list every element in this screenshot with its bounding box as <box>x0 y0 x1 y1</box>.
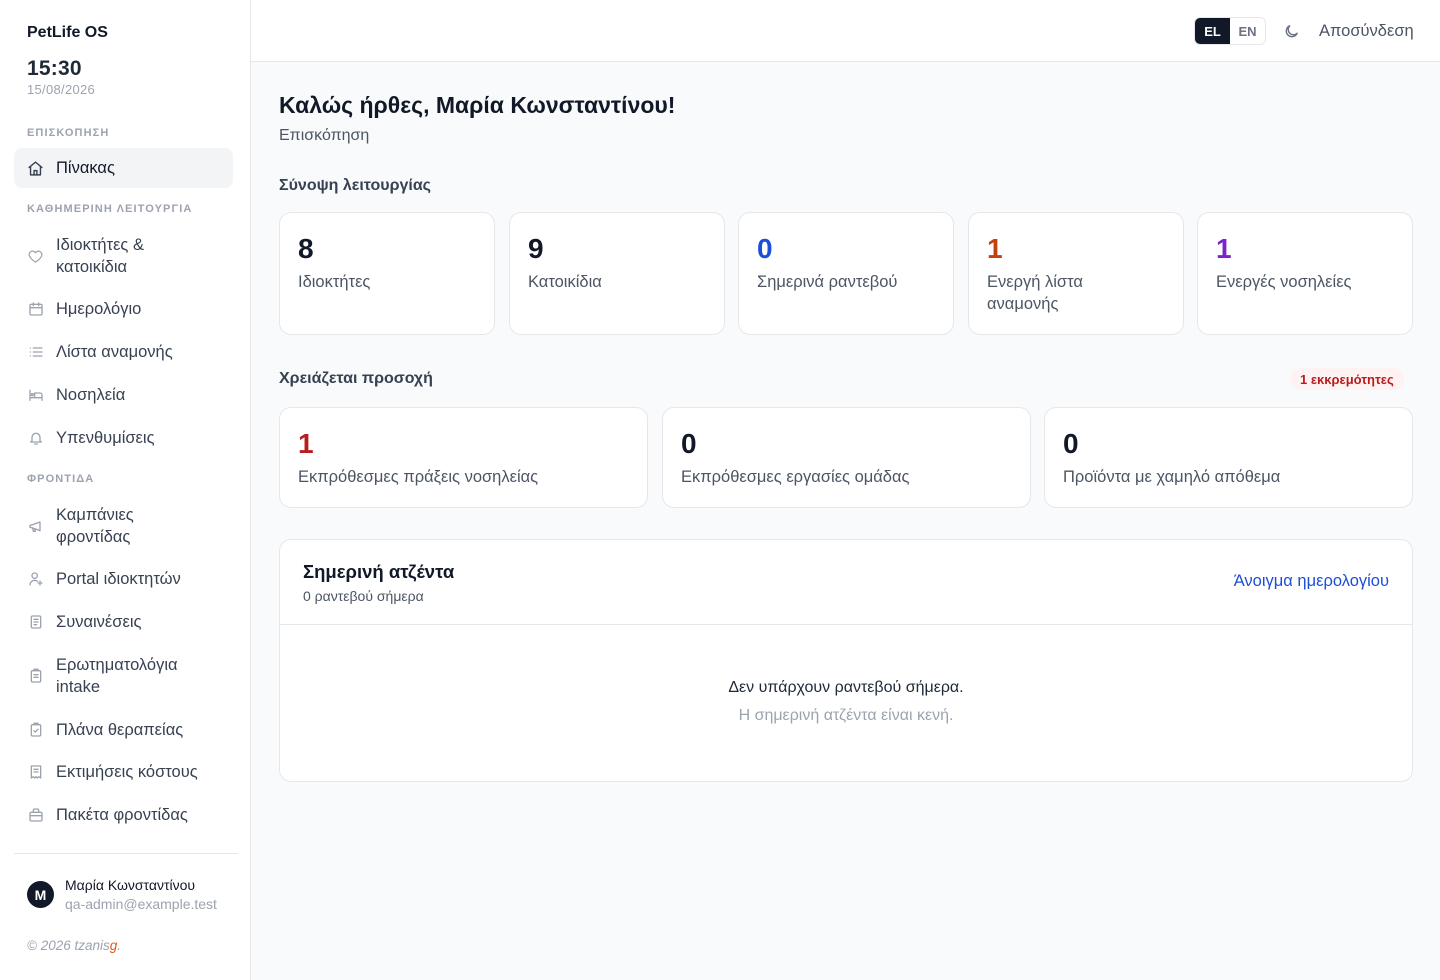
stat-value: 1 <box>298 428 314 459</box>
clock-time: 15:30 <box>27 57 82 80</box>
list-icon <box>27 344 44 361</box>
user-name: Μαρία Κωνσταντίνου <box>65 877 196 893</box>
language-en-button[interactable]: EN <box>1230 18 1265 44</box>
page-title: Καλώς ήρθες, Μαρία Κωνσταντίνου! <box>279 92 676 118</box>
sidebar: PetLife OS 15:30 15/08/2026 ΕΠΙΣΚΟΠΗΣΗ Π… <box>0 0 251 980</box>
section-label-care: ΦΡΟΝΤΙΔΑ <box>27 473 95 485</box>
bell-icon <box>27 430 44 447</box>
package-icon <box>27 807 44 824</box>
moon-icon[interactable] <box>1281 21 1301 41</box>
pending-badge: 1 εκκρεμότητες <box>1290 368 1404 390</box>
agenda-title: Σημερινή ατζέντα <box>303 561 455 582</box>
user-portal-icon <box>27 571 44 588</box>
document-icon <box>27 614 44 631</box>
stat-card-owners[interactable]: 8 Ιδιοκτήτες <box>279 212 495 335</box>
stat-label: Εκπρόθεσμες εργασίες ομάδας <box>681 468 910 486</box>
sidebar-item-label: Πακέτα φροντίδας <box>56 806 188 824</box>
sidebar-item-waitlist[interactable]: Λίστα αναμονής <box>14 340 233 364</box>
stat-value: 0 <box>681 428 697 459</box>
attention-card-overdue-tasks[interactable]: 0 Εκπρόθεσμες εργασίες ομάδας <box>662 407 1031 508</box>
stat-value: 1 <box>1216 233 1232 264</box>
sidebar-item-care-packages[interactable]: Πακέτα φροντίδας <box>14 803 233 827</box>
brand-name: PetLife OS <box>27 24 108 41</box>
stat-label: Εκπρόθεσμες πράξεις νοσηλείας <box>298 468 539 486</box>
home-icon <box>27 160 44 177</box>
stat-value: 8 <box>298 233 314 264</box>
sidebar-item-reminders[interactable]: Υπενθυμίσεις <box>14 426 233 450</box>
sidebar-item-label: Ημερολόγιο <box>56 300 142 318</box>
stat-label: Προϊόντα με χαμηλό απόθεμα <box>1063 468 1281 486</box>
stat-card-hospitalizations[interactable]: 1 Ενεργές νοσηλείες <box>1197 212 1413 335</box>
agenda-count: 0 ραντεβού σήμερα <box>303 588 424 604</box>
stat-label: Ενεργή λίστα αναμονής <box>987 273 1083 313</box>
language-toggle: EL EN <box>1194 17 1266 45</box>
open-calendar-link[interactable]: Άνοιγμα ημερολογίου <box>1234 572 1389 591</box>
sidebar-item-label: Υπενθυμίσεις <box>56 429 155 447</box>
sidebar-item-label: Ερωτηματολόγια intake <box>56 656 178 696</box>
clipboard-check-icon <box>27 722 44 739</box>
clipboard-icon <box>27 668 44 685</box>
calendar-icon <box>27 301 44 318</box>
user-email: qa-admin@example.test <box>65 896 217 912</box>
empty-state-subtitle: Η σημερινή ατζέντα είναι κενή. <box>738 707 954 724</box>
bed-icon <box>27 387 44 404</box>
attention-card-overdue-hospital[interactable]: 1 Εκπρόθεσμες πράξεις νοσηλείας <box>279 407 648 508</box>
sidebar-item-calendar[interactable]: Ημερολόγιο <box>14 297 233 321</box>
sidebar-item-cost-estimates[interactable]: Εκτιμήσεις κόστους <box>14 760 233 784</box>
sidebar-item-label: Νοσηλεία <box>56 386 126 404</box>
attention-card-low-stock[interactable]: 0 Προϊόντα με χαμηλό απόθεμα <box>1044 407 1413 508</box>
avatar[interactable]: M <box>27 881 54 908</box>
clock-date: 15/08/2026 <box>27 82 96 97</box>
stat-label: Ενεργές νοσηλείες <box>1216 273 1352 291</box>
summary-heading: Σύνοψη λειτουργίας <box>279 177 431 194</box>
sidebar-item-dashboard[interactable]: Πίνακας <box>14 148 233 188</box>
sidebar-item-label: Συναινέσεις <box>56 613 142 631</box>
stat-card-waitlist[interactable]: 1 Ενεργή λίστα αναμονής <box>968 212 1184 335</box>
page-subtitle: Επισκόπηση <box>279 127 370 144</box>
stat-card-pets[interactable]: 9 Κατοικίδια <box>509 212 725 335</box>
language-el-button[interactable]: EL <box>1195 18 1230 44</box>
sidebar-item-hospitalization[interactable]: Νοσηλεία <box>14 383 233 407</box>
stat-label: Κατοικίδια <box>528 273 602 291</box>
sidebar-item-label: Πλάνα θεραπείας <box>56 721 184 739</box>
sidebar-item-label: Εκτιμήσεις κόστους <box>56 763 198 781</box>
agenda-panel: Σημερινή ατζέντα 0 ραντεβού σήμερα Άνοιγ… <box>279 539 1413 782</box>
logout-button[interactable]: Αποσύνδεση <box>1319 22 1414 41</box>
section-label-daily: ΚΑΘΗΜΕΡΙΝΗ ΛΕΙΤΟΥΡΓΙΑ <box>27 203 193 215</box>
stat-value: 1 <box>987 233 1003 264</box>
sidebar-item-treatment-plans[interactable]: Πλάνα θεραπείας <box>14 718 233 742</box>
copyright-text: © 2026 tzanis <box>27 938 110 953</box>
sidebar-item-consents[interactable]: Συναινέσεις <box>14 610 233 634</box>
receipt-icon <box>27 764 44 781</box>
heart-icon <box>27 248 44 265</box>
sidebar-item-intake-forms[interactable]: Ερωτηματολόγια intake <box>14 652 233 700</box>
topbar: EL EN Αποσύνδεση <box>251 0 1440 62</box>
sidebar-item-owner-portal[interactable]: Portal ιδιοκτητών <box>14 567 233 591</box>
sidebar-item-label: Καμπάνιες φροντίδας <box>56 506 134 546</box>
agenda-header: Σημερινή ατζέντα 0 ραντεβού σήμερα Άνοιγ… <box>280 540 1412 625</box>
attention-heading: Χρειάζεται προσοχή <box>279 370 433 387</box>
stat-value: 0 <box>757 233 773 264</box>
megaphone-icon <box>27 518 44 535</box>
sidebar-item-care-campaigns[interactable]: Καμπάνιες φροντίδας <box>14 502 233 550</box>
stat-label: Ιδιοκτήτες <box>298 273 371 291</box>
sidebar-item-label: Portal ιδιοκτητών <box>56 570 181 588</box>
sidebar-item-label: Πίνακας <box>56 159 115 177</box>
section-label-overview: ΕΠΙΣΚΟΠΗΣΗ <box>27 127 110 139</box>
sidebar-item-owners-pets[interactable]: Ιδιοκτήτες & κατοικίδια <box>14 232 233 280</box>
sidebar-divider <box>14 853 238 854</box>
stat-label: Σημερινά ραντεβού <box>757 273 898 291</box>
sidebar-item-label: Λίστα αναμονής <box>56 343 173 361</box>
copyright-dot: . <box>117 938 122 953</box>
copyright: © 2026 tzanisg. <box>27 938 121 953</box>
sidebar-item-label: Ιδιοκτήτες & κατοικίδια <box>56 236 144 276</box>
empty-state-title: Δεν υπάρχουν ραντεβού σήμερα. <box>728 679 964 696</box>
stat-value: 0 <box>1063 428 1079 459</box>
stat-value: 9 <box>528 233 544 264</box>
stat-card-today-appointments[interactable]: 0 Σημερινά ραντεβού <box>738 212 954 335</box>
